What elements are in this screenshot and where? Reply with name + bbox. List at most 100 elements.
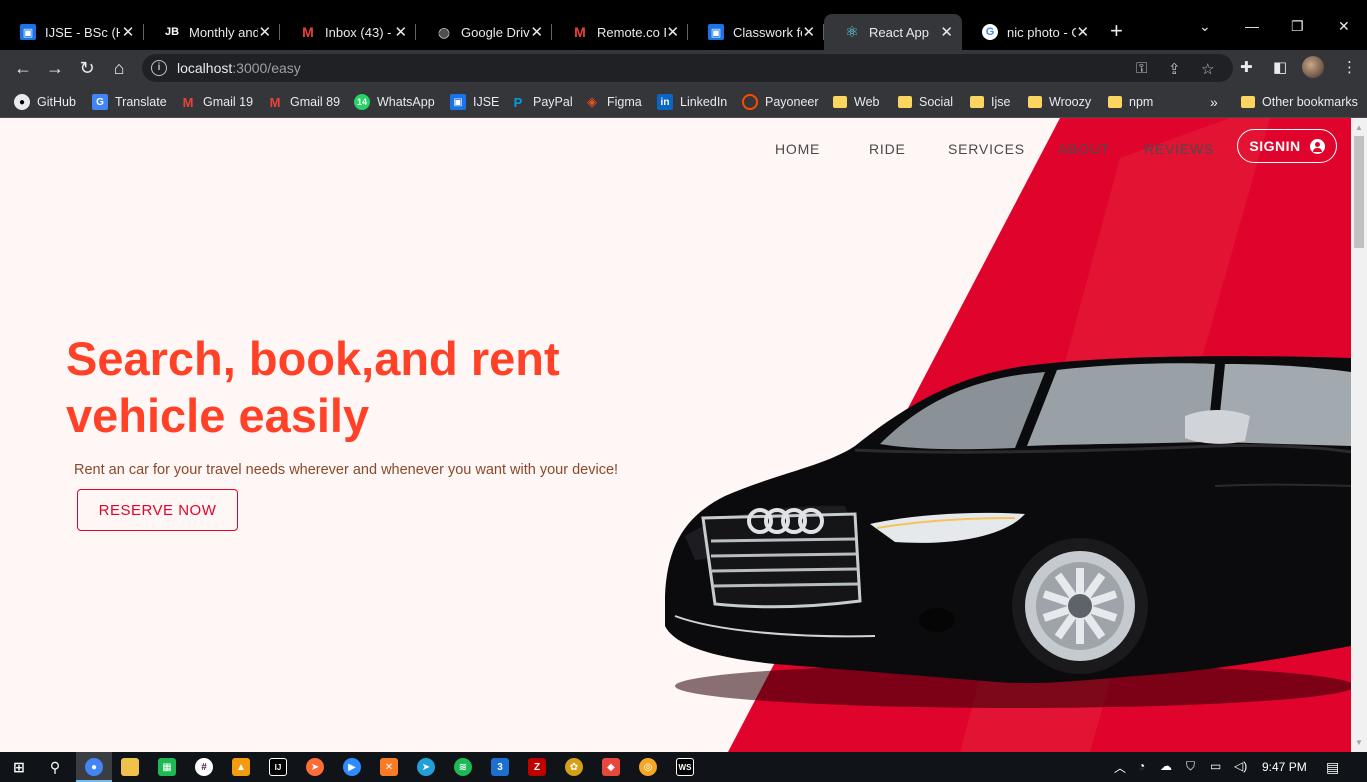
github-icon: ● (14, 94, 30, 110)
key-icon[interactable]: ⚿ (1136, 60, 1147, 77)
bookmark-whatsapp[interactable]: 14 WhatsApp (354, 91, 435, 113)
tab-google-drive[interactable]: ◍ Google Drive ✕ (416, 14, 552, 50)
battery-icon[interactable]: ▭ (1210, 759, 1221, 773)
search-icon[interactable]: ⚲ (46, 758, 64, 776)
webstorm-icon[interactable]: WS (676, 758, 694, 776)
nav-ride[interactable]: RIDE (869, 141, 906, 157)
close-icon[interactable]: ✕ (666, 23, 680, 41)
folder-icon (833, 96, 847, 108)
tab-monthly[interactable]: JB Monthly and ✕ (144, 14, 280, 50)
close-icon[interactable]: ✕ (394, 23, 408, 41)
spotify-icon[interactable]: ≋ (454, 758, 472, 776)
bookmark-gmail-89[interactable]: M Gmail 89 (267, 91, 340, 113)
tab-react-app[interactable]: ⚛ React App ✕ (824, 14, 962, 50)
bookmark-label: Ijse (991, 95, 1011, 109)
scroll-up-icon[interactable]: ▲ (1355, 123, 1363, 132)
nav-reviews[interactable]: REVIEWS (1144, 141, 1214, 157)
sublime-icon[interactable]: ▲ (232, 758, 250, 776)
close-window-button[interactable]: ✕ (1338, 18, 1350, 35)
close-icon[interactable]: ✕ (120, 23, 136, 41)
close-icon[interactable]: ✕ (802, 23, 816, 41)
nav-services[interactable]: SERVICES (948, 141, 1025, 157)
file-explorer-icon[interactable] (121, 758, 139, 776)
tab-remote[interactable]: M Remote.co Fr ✕ (552, 14, 688, 50)
address-bar[interactable]: i localhost:3000/easy ⚿ ⇪ ☆ (142, 54, 1233, 82)
app-icon[interactable]: ✿ (565, 758, 583, 776)
whatsapp-icon: 14 (354, 94, 370, 110)
new-tab-button[interactable]: + (1110, 20, 1123, 42)
scroll-down-icon[interactable]: ▼ (1355, 738, 1363, 747)
tab-nic-photo[interactable]: G nic photo - G ✕ (962, 14, 1098, 50)
shield-icon[interactable]: ⛉ (1186, 759, 1195, 774)
close-icon[interactable]: ✕ (258, 23, 272, 41)
numbered-app-icon[interactable]: 3 (491, 758, 509, 776)
zoom-icon[interactable]: ▶ (343, 758, 361, 776)
extensions-icon[interactable]: ✚ (1240, 58, 1253, 76)
share-icon[interactable]: ⇪ (1168, 60, 1181, 78)
anydesk-icon[interactable]: ◆ (602, 758, 620, 776)
bookmarks-overflow-icon[interactable]: » (1210, 91, 1218, 113)
nav-home[interactable]: HOME (775, 141, 820, 157)
tab-inbox[interactable]: M Inbox (43) - y ✕ (280, 14, 416, 50)
slack-icon[interactable]: # (195, 758, 213, 776)
scroll-thumb[interactable] (1354, 136, 1364, 248)
close-icon[interactable]: ✕ (1076, 23, 1090, 41)
star-icon[interactable]: ☆ (1201, 60, 1214, 78)
windows-start-icon[interactable]: ⊞ (10, 758, 28, 776)
forward-icon[interactable]: → (44, 57, 66, 79)
restore-button[interactable]: ❐ (1291, 18, 1304, 35)
signin-button[interactable]: SIGNIN (1237, 129, 1337, 163)
menu-icon[interactable]: ⋮ (1342, 58, 1357, 76)
figma-icon: ◈ (587, 94, 597, 109)
back-icon[interactable]: ← (12, 57, 34, 79)
bookmark-folder-npm[interactable]: npm (1108, 91, 1153, 113)
avatar[interactable] (1302, 56, 1324, 78)
page-scrollbar[interactable]: ▲ ▼ (1351, 118, 1367, 752)
bookmark-folder-social[interactable]: Social (898, 91, 953, 113)
bookmark-ijse[interactable]: ▣ IJSE (450, 91, 499, 113)
notifications-icon[interactable]: ▤ (1326, 759, 1339, 776)
tab-search-chevron-icon[interactable]: ⌄ (1199, 18, 1211, 35)
system-clock[interactable]: 9:47 PM (1262, 760, 1307, 774)
bookmark-label: Gmail 19 (203, 95, 254, 109)
network-icon[interactable]: ◔ (1138, 759, 1145, 773)
tab-classwork[interactable]: ▣ Classwork for ✕ (688, 14, 824, 50)
bookmark-folder-wroozy[interactable]: Wroozy (1028, 91, 1091, 113)
filezilla-icon[interactable]: Z (528, 758, 546, 776)
bookmark-github[interactable]: ● GitHub (14, 91, 76, 113)
xampp-icon[interactable]: ✕ (380, 758, 398, 776)
side-panel-icon[interactable]: ◧ (1273, 58, 1287, 76)
ubuntu-icon[interactable]: ◎ (639, 758, 657, 776)
app-grid-icon[interactable]: ▦ (158, 758, 176, 776)
chrome-icon[interactable]: ● (85, 758, 103, 776)
url-path: :3000/easy (232, 60, 301, 76)
gmail-icon: M (182, 94, 194, 110)
bookmark-folder-ijse[interactable]: Ijse (970, 91, 1010, 113)
bookmark-paypal[interactable]: P PayPal (510, 91, 573, 113)
other-bookmarks[interactable]: Other bookmarks (1241, 91, 1358, 113)
bookmark-payoneer[interactable]: Payoneer (742, 91, 819, 113)
postman-icon[interactable]: ➤ (306, 758, 324, 776)
reload-icon[interactable]: ↻ (76, 57, 98, 79)
info-icon[interactable]: i (151, 60, 167, 76)
cloud-icon[interactable]: ☁ (1160, 759, 1172, 773)
browser-tab-strip: ▣ IJSE - BSc (Ho ✕ JB Monthly and ✕ M In… (0, 0, 1367, 50)
telegram-icon[interactable]: ➤ (417, 758, 435, 776)
tab-ijse[interactable]: ▣ IJSE - BSc (Ho ✕ (0, 14, 144, 50)
jetbrains-icon: JB (164, 26, 180, 38)
close-icon[interactable]: ✕ (530, 23, 544, 41)
bookmark-figma[interactable]: ◈ Figma (584, 91, 642, 113)
close-icon[interactable]: ✕ (939, 23, 954, 41)
volume-icon[interactable]: ◁) (1234, 759, 1247, 773)
bookmark-folder-web[interactable]: Web (833, 91, 879, 113)
bookmark-translate[interactable]: G Translate (92, 91, 167, 113)
bookmark-label: Translate (115, 95, 167, 109)
minimize-button[interactable]: — (1245, 18, 1259, 34)
intellij-icon[interactable]: IJ (269, 758, 287, 776)
bookmark-linkedin[interactable]: in LinkedIn (657, 91, 727, 113)
tray-chevron-icon[interactable]: ︿ (1114, 759, 1126, 776)
nav-about[interactable]: ABOUT (1058, 141, 1110, 157)
bookmark-gmail-19[interactable]: M Gmail 19 (180, 91, 253, 113)
home-icon[interactable]: ⌂ (108, 57, 130, 79)
reserve-now-button[interactable]: RESERVE NOW (77, 489, 238, 531)
